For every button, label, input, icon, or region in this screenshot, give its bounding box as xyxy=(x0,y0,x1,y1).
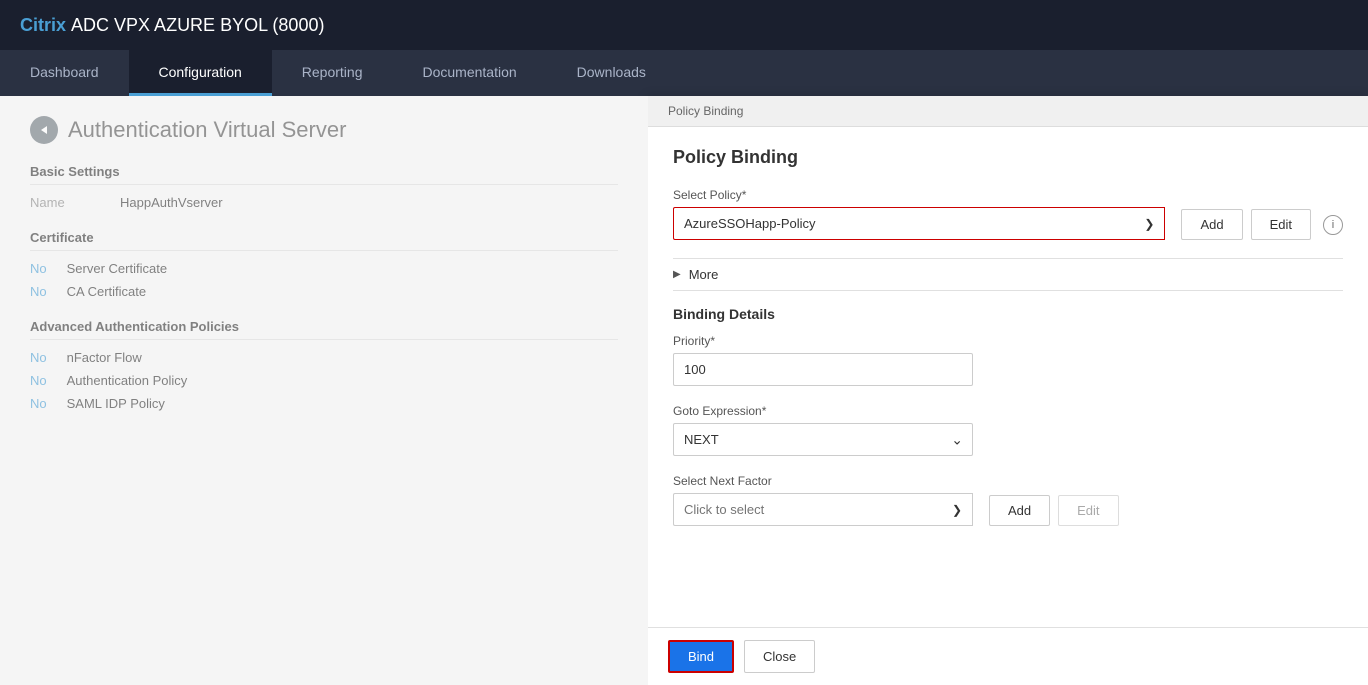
policy-binding-panel: Policy Binding Policy Binding Select Pol… xyxy=(648,96,1368,685)
more-toggle[interactable]: ▶ More xyxy=(673,267,1343,282)
basic-settings-header: Basic Settings xyxy=(30,164,618,185)
nfactor-no: No xyxy=(30,350,47,365)
ca-cert-label: CA Certificate xyxy=(67,284,146,299)
brand-product: ADC VPX AZURE BYOL (8000) xyxy=(71,15,324,35)
nfactor-label: nFactor Flow xyxy=(67,350,142,365)
select-next-factor-row: ❯ Add Edit xyxy=(673,493,1343,526)
basic-settings-section: Basic Settings Name HappAuthVserver xyxy=(30,164,618,210)
nav-item-downloads[interactable]: Downloads xyxy=(547,50,676,96)
auth-policy-label: Authentication Policy xyxy=(67,373,188,388)
header: Citrix ADC VPX AZURE BYOL (8000) xyxy=(0,0,1368,50)
nav-item-reporting[interactable]: Reporting xyxy=(272,50,393,96)
dialog-footer: Bind Close xyxy=(648,627,1368,685)
advanced-auth-header: Advanced Authentication Policies xyxy=(30,319,618,340)
nav-item-configuration[interactable]: Configuration xyxy=(129,50,272,96)
priority-group: Priority* xyxy=(673,334,1343,386)
priority-label: Priority* xyxy=(673,334,1343,348)
goto-expr-group: Goto Expression* NEXT END USE_INVOCATION… xyxy=(673,404,1343,456)
back-button[interactable] xyxy=(30,116,58,144)
select-next-factor-arrow-button[interactable]: ❯ xyxy=(942,493,973,526)
left-panel: Authentication Virtual Server Basic Sett… xyxy=(0,96,648,685)
ca-cert-no: No xyxy=(30,284,47,299)
name-label: Name xyxy=(30,195,100,210)
bind-button[interactable]: Bind xyxy=(668,640,734,673)
binding-details-group: Binding Details Priority* Goto Expressio… xyxy=(673,306,1343,526)
add-next-factor-button[interactable]: Add xyxy=(989,495,1050,526)
binding-details-header: Binding Details xyxy=(673,306,1343,322)
advanced-auth-section: Advanced Authentication Policies No nFac… xyxy=(30,319,618,411)
select-policy-group: Select Policy* ❯ Add Edit i xyxy=(673,188,1343,240)
page-title-row: Authentication Virtual Server xyxy=(30,116,618,144)
nav-item-dashboard[interactable]: Dashboard xyxy=(0,50,129,96)
certificate-header: Certificate xyxy=(30,230,618,251)
select-policy-arrow-button[interactable]: ❯ xyxy=(1134,207,1165,240)
goto-expr-select-wrapper: NEXT END USE_INVOCATION_RESULT ⌄ xyxy=(673,423,973,456)
goto-expr-label: Goto Expression* xyxy=(673,404,1343,418)
select-policy-label: Select Policy* xyxy=(673,188,1343,202)
dialog-content: Policy Binding Select Policy* ❯ Add Edit… xyxy=(648,127,1368,627)
brand-citrix: Citrix xyxy=(20,15,66,35)
saml-idp-row: No SAML IDP Policy xyxy=(30,396,618,411)
brand-title: Citrix ADC VPX AZURE BYOL (8000) xyxy=(20,15,324,36)
select-next-factor-label: Select Next Factor xyxy=(673,474,1343,488)
nfactor-row: No nFactor Flow xyxy=(30,350,618,365)
select-policy-row: ❯ Add Edit i xyxy=(673,207,1343,240)
name-value: HappAuthVserver xyxy=(120,195,223,210)
select-policy-input-group: ❯ xyxy=(673,207,1165,240)
more-triangle-icon: ▶ xyxy=(673,269,681,280)
page-title: Authentication Virtual Server xyxy=(68,117,346,143)
saml-idp-no: No xyxy=(30,396,47,411)
certificate-section: Certificate No Server Certificate No CA … xyxy=(30,230,618,299)
more-label: More xyxy=(689,267,719,282)
server-cert-row: No Server Certificate xyxy=(30,261,618,276)
info-icon[interactable]: i xyxy=(1323,215,1343,235)
select-policy-btn-group: Add Edit i xyxy=(1181,209,1343,240)
edit-policy-button[interactable]: Edit xyxy=(1251,209,1311,240)
auth-policy-row: No Authentication Policy xyxy=(30,373,618,388)
more-section: ▶ More xyxy=(673,258,1343,291)
dialog-breadcrumb: Policy Binding xyxy=(648,96,1368,127)
main-content: Authentication Virtual Server Basic Sett… xyxy=(0,96,1368,685)
add-policy-button[interactable]: Add xyxy=(1181,209,1242,240)
close-button[interactable]: Close xyxy=(744,640,815,673)
select-policy-input[interactable] xyxy=(673,207,1134,240)
dialog-title: Policy Binding xyxy=(673,147,1343,168)
ca-cert-row: No CA Certificate xyxy=(30,284,618,299)
priority-input[interactable] xyxy=(673,353,973,386)
select-next-factor-input[interactable] xyxy=(673,493,942,526)
saml-idp-label: SAML IDP Policy xyxy=(67,396,165,411)
server-cert-no: No xyxy=(30,261,47,276)
edit-next-factor-button: Edit xyxy=(1058,495,1118,526)
select-next-factor-group: Select Next Factor ❯ Add Edit xyxy=(673,474,1343,526)
goto-expr-select[interactable]: NEXT END USE_INVOCATION_RESULT xyxy=(673,423,973,456)
nav-bar: Dashboard Configuration Reporting Docume… xyxy=(0,50,1368,96)
select-next-factor-input-group: ❯ xyxy=(673,493,973,526)
nav-item-documentation[interactable]: Documentation xyxy=(392,50,546,96)
auth-policy-no: No xyxy=(30,373,47,388)
next-factor-btn-group: Add Edit xyxy=(989,495,1119,526)
name-field-row: Name HappAuthVserver xyxy=(30,195,618,210)
server-cert-label: Server Certificate xyxy=(67,261,167,276)
